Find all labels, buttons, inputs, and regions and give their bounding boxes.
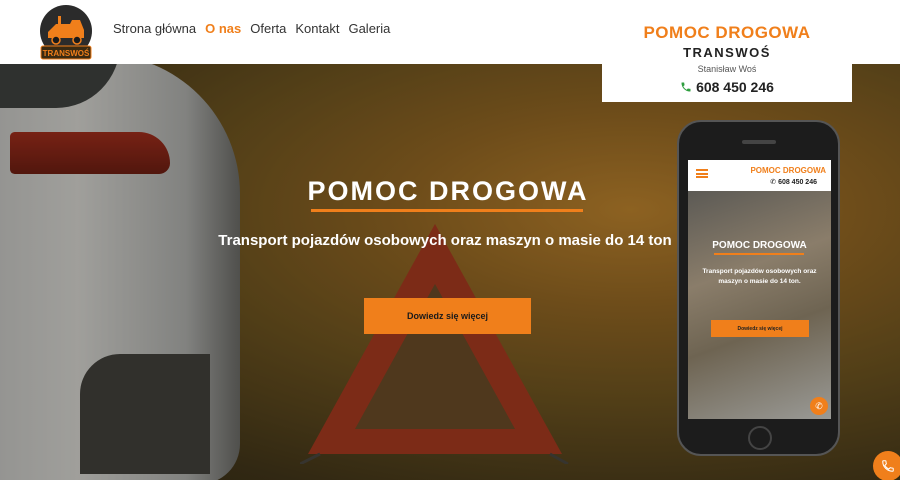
- nav-home[interactable]: Strona główna: [113, 21, 196, 36]
- screen-learn-more-button[interactable]: Dowiedz się więcej: [711, 320, 809, 337]
- nav-contact[interactable]: Kontakt: [295, 21, 339, 36]
- screen-phone: ✆ 608 450 246: [770, 178, 817, 186]
- screen-title: POMOC DROGOWA: [712, 240, 807, 251]
- info-owner: Stanisław Woś: [697, 64, 757, 74]
- phone-home-button: [748, 426, 772, 450]
- screen-call-icon[interactable]: ✆: [810, 397, 828, 415]
- call-button[interactable]: [873, 451, 900, 480]
- phone-screen: POMOC DROGOWA ✆ 608 450 246 POMOC DROGOW…: [688, 160, 831, 419]
- screen-header: POMOC DROGOWA ✆ 608 450 246: [688, 160, 831, 191]
- phone-speaker: [742, 140, 776, 144]
- nav-gallery[interactable]: Galeria: [348, 21, 390, 36]
- logo[interactable]: TRANSWOŚ: [36, 4, 96, 62]
- screen-phone-number: 608 450 246: [778, 179, 817, 186]
- learn-more-button[interactable]: Dowiedz się więcej: [364, 298, 531, 334]
- info-phone-link[interactable]: 608 450 246: [602, 79, 852, 95]
- info-company: TRANSWOŚ: [683, 45, 771, 60]
- contact-info-box: POMOC DROGOWA TRANSWOŚ Stanisław Woś 608…: [602, 12, 852, 102]
- screen-background: [688, 191, 831, 419]
- nav-about[interactable]: O nas: [205, 21, 241, 36]
- info-phone-number: 608 450 246: [696, 79, 774, 95]
- screen-phone-icon: ✆: [770, 179, 777, 186]
- main-nav: Strona główna O nas Oferta Kontakt Galer…: [113, 21, 390, 36]
- phone-mockup: POMOC DROGOWA ✆ 608 450 246 POMOC DROGOW…: [677, 120, 840, 456]
- screen-subtitle: Transport pojazdów osobowych oraz maszyn…: [702, 268, 817, 285]
- phone-icon: [681, 82, 691, 92]
- logo-text: TRANSWOŚ: [43, 49, 90, 58]
- tow-truck-logo-icon: TRANSWOŚ: [40, 5, 92, 60]
- hero-title-underline: [311, 209, 583, 212]
- info-title: POMOC DROGOWA: [643, 23, 811, 42]
- nav-offer[interactable]: Oferta: [250, 21, 286, 36]
- screen-brand: POMOC DROGOWA: [750, 166, 826, 175]
- phone-icon: [882, 460, 894, 472]
- screen-title-underline: [714, 253, 804, 255]
- hamburger-menu-icon[interactable]: [696, 169, 708, 178]
